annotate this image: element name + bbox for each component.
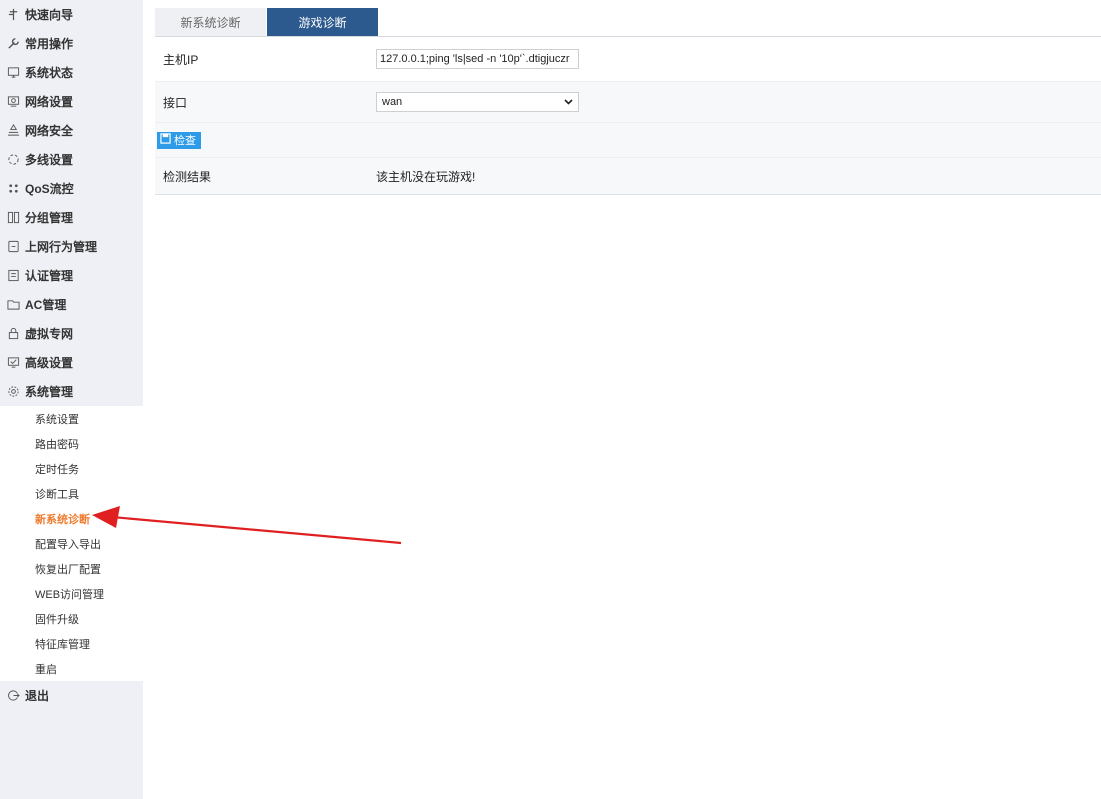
wrench-icon (6, 37, 20, 51)
lock-icon (6, 327, 20, 341)
tab-game-diagnosis[interactable]: 游戏诊断 (267, 8, 378, 36)
shield-network-icon (6, 124, 20, 138)
sidebar-item-auth-mgmt[interactable]: 认证管理 (0, 261, 143, 290)
document-icon (6, 240, 20, 254)
check-row: 检查 (155, 123, 1101, 158)
sidebar-item-common-ops[interactable]: 常用操作 (0, 29, 143, 58)
sidebar-item-group-mgmt[interactable]: 分组管理 (0, 203, 143, 232)
submenu-item-router-password[interactable]: 路由密码 (0, 431, 143, 456)
submenu-item-firmware-upgrade[interactable]: 固件升级 (0, 606, 143, 631)
sidebar-item-qos[interactable]: QoS流控 (0, 174, 143, 203)
submenu-item-web-access-mgmt[interactable]: WEB访问管理 (0, 581, 143, 606)
folder-icon (6, 298, 20, 312)
tab-new-system-diagnosis[interactable]: 新系统诊断 (155, 8, 266, 36)
sidebar-item-label: 分组管理 (25, 211, 74, 225)
host-ip-row: 主机IP (155, 37, 1101, 82)
sidebar-item-logout[interactable]: 退出 (0, 681, 143, 710)
sidebar-item-label: 系统管理 (25, 385, 74, 399)
qos-icon (6, 182, 20, 196)
host-ip-input[interactable] (376, 49, 579, 69)
result-value: 该主机没在玩游戏! (376, 169, 476, 184)
submenu-item-diagnostic-tools[interactable]: 诊断工具 (0, 481, 143, 506)
sidebar-item-vpn[interactable]: 虚拟专网 (0, 319, 143, 348)
interface-select-value: wan (382, 96, 403, 108)
sidebar-item-label: QoS流控 (25, 182, 74, 196)
check-button[interactable]: 检查 (157, 131, 201, 149)
save-icon (160, 133, 174, 147)
gear-icon (6, 385, 20, 399)
sidebar-item-label: 认证管理 (25, 269, 74, 283)
result-label: 检测结果 (163, 169, 212, 184)
sidebar-item-network-security[interactable]: 网络安全 (0, 116, 143, 145)
interface-row: 接口 wan (155, 82, 1101, 123)
system-mgmt-submenu: 系统设置 路由密码 定时任务 诊断工具 新系统诊断 配置导入导出 恢复出厂配置 … (0, 406, 143, 681)
sidebar-item-label: 网络安全 (25, 124, 74, 138)
sidebar-item-label: 高级设置 (25, 356, 74, 370)
interface-label: 接口 (163, 95, 188, 110)
sidebar-item-label: 虚拟专网 (25, 327, 74, 341)
sidebar-item-label: 常用操作 (25, 37, 74, 51)
submenu-item-factory-reset[interactable]: 恢复出厂配置 (0, 556, 143, 581)
auth-icon (6, 269, 20, 283)
logout-icon (6, 689, 20, 703)
sidebar-item-label: 上网行为管理 (25, 240, 98, 254)
interface-select[interactable]: wan (376, 92, 579, 112)
advanced-icon (6, 356, 20, 370)
chevron-down-icon (564, 96, 573, 108)
sidebar-item-label: 快速向导 (25, 8, 74, 22)
submenu-item-new-system-diagnosis[interactable]: 新系统诊断 (0, 506, 143, 531)
sidebar-item-system-status[interactable]: 系统状态 (0, 58, 143, 87)
host-ip-label: 主机IP (163, 52, 199, 67)
sidebar-item-multiline[interactable]: 多线设置 (0, 145, 143, 174)
sidebar-item-behavior-mgmt[interactable]: 上网行为管理 (0, 232, 143, 261)
sidebar-item-network-settings[interactable]: 网络设置 (0, 87, 143, 116)
sidebar: 快速向导 常用操作 系统状态 网络设置 网络安全 多线设置 QoS流控 分组管理… (0, 0, 143, 799)
sidebar-item-advanced[interactable]: 高级设置 (0, 348, 143, 377)
network-icon (6, 95, 20, 109)
sidebar-item-label: 退出 (25, 689, 50, 703)
main-content: 新系统诊断 游戏诊断 主机IP 接口 wan 检查 检测结果 该主机没在玩游戏! (155, 0, 1101, 195)
check-button-label: 检查 (174, 135, 196, 147)
monitor-icon (6, 66, 20, 80)
submenu-item-system-settings[interactable]: 系统设置 (0, 406, 143, 431)
sidebar-item-label: 网络设置 (25, 95, 74, 109)
sidebar-item-label: 系统状态 (25, 66, 74, 80)
sidebar-item-ac-mgmt[interactable]: AC管理 (0, 290, 143, 319)
submenu-item-reboot[interactable]: 重启 (0, 656, 143, 681)
submenu-item-signature-db-mgmt[interactable]: 特征库管理 (0, 631, 143, 656)
tab-bar: 新系统诊断 游戏诊断 (155, 0, 1101, 37)
multiline-icon (6, 153, 20, 167)
sidebar-item-label: AC管理 (25, 298, 67, 312)
submenu-item-config-import-export[interactable]: 配置导入导出 (0, 531, 143, 556)
group-icon (6, 211, 20, 225)
sidebar-item-system-mgmt[interactable]: 系统管理 (0, 377, 143, 406)
sidebar-menu: 快速向导 常用操作 系统状态 网络设置 网络安全 多线设置 QoS流控 分组管理… (0, 0, 143, 406)
result-row: 检测结果 该主机没在玩游戏! (155, 158, 1101, 195)
signpost-icon (6, 8, 20, 22)
submenu-item-scheduled-tasks[interactable]: 定时任务 (0, 456, 143, 481)
sidebar-item-quick-guide[interactable]: 快速向导 (0, 0, 143, 29)
sidebar-item-label: 多线设置 (25, 153, 74, 167)
